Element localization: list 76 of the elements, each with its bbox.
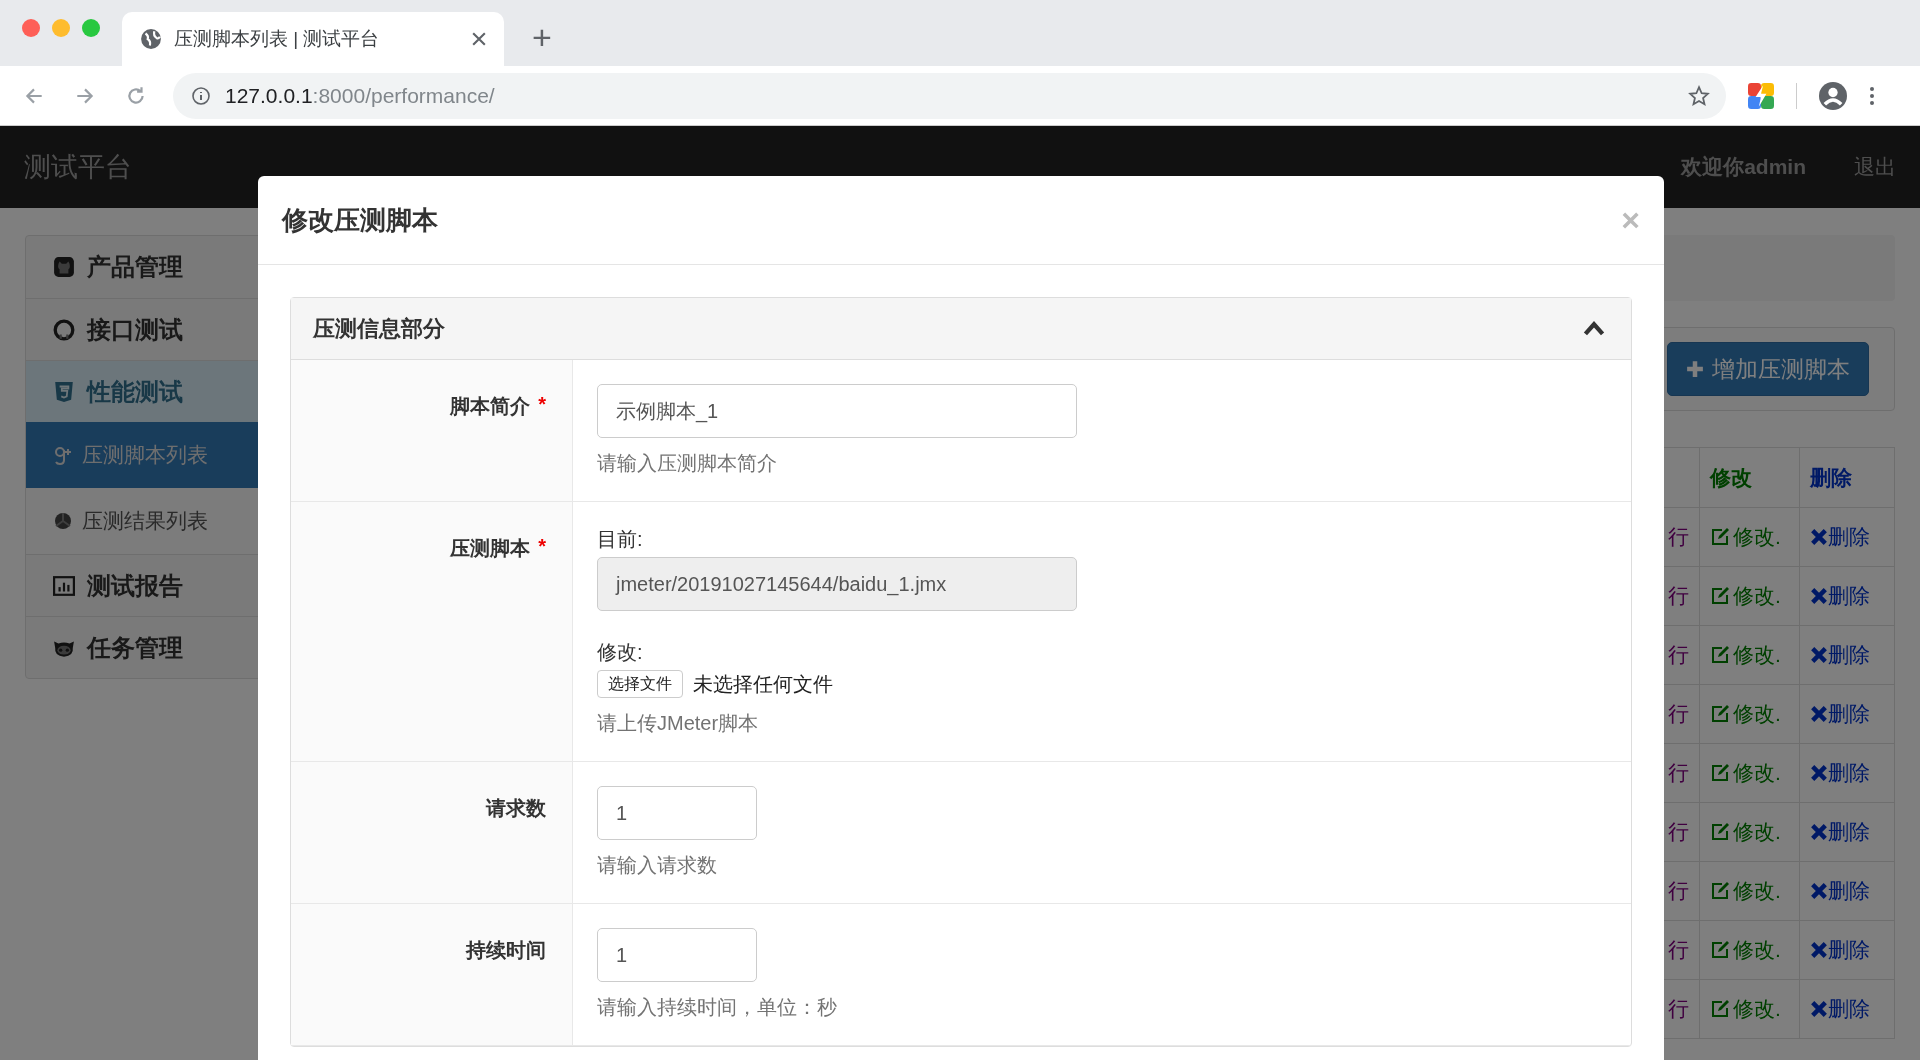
edit-icon [1710,585,1730,606]
cat-square-icon [53,256,75,278]
collapse-chevron-icon[interactable] [1583,321,1605,336]
x-icon [1810,1000,1828,1018]
no-file-text: 未选择任何文件 [693,671,833,697]
help-text: 请输入持续时间，单位：秒 [597,995,837,1020]
globe-icon [140,28,162,50]
run-link[interactable]: 行 [1668,997,1689,1020]
shield-icon [53,380,75,403]
ring-icon [53,318,75,341]
address-field[interactable]: 127.0.0.1:8000/performance/ [173,72,1726,119]
column-header: 删除 [1810,465,1852,489]
info-icon [191,85,211,106]
edit-icon [1710,998,1730,1019]
column-header: 修改 [1710,465,1752,489]
input-field[interactable]: 1 [597,928,757,982]
edit-icon [1710,526,1730,547]
plus-icon [1686,360,1704,378]
extension-icon[interactable] [1748,82,1774,109]
close-tab-icon[interactable] [472,32,486,46]
field-label: 压测脚本 [450,536,531,561]
run-link[interactable]: 行 [1668,643,1689,666]
logout-link[interactable]: 退出 [1854,153,1896,181]
menu-icon[interactable] [1869,85,1875,106]
edit-icon [1710,880,1730,901]
field-label: 脚本简介 [450,394,531,419]
panel-title: 压测信息部分 [313,314,446,343]
bar-chart-icon [53,574,75,597]
edit-icon [1710,703,1730,724]
x-icon [1810,823,1828,841]
x-icon [1810,587,1828,605]
pie-icon [53,511,73,531]
edit-icon [1710,762,1730,783]
run-link[interactable]: 行 [1668,820,1689,843]
field-label: 持续时间 [466,938,546,963]
run-link[interactable]: 行 [1668,761,1689,784]
url-text: 127.0.0.1:8000/performance/ [225,83,496,108]
current-label: 目前: [597,527,643,552]
run-link[interactable]: 行 [1668,584,1689,607]
run-link[interactable]: 行 [1668,702,1689,725]
close-window-button[interactable] [22,19,40,37]
reload-icon[interactable] [125,84,147,107]
help-text: 请输入请求数 [597,853,717,878]
x-icon [1810,528,1828,546]
input-field[interactable]: 1 [597,786,757,840]
brand-title[interactable]: 测试平台 [24,149,132,185]
modal-title: 修改压测脚本 [282,203,439,237]
field-label: 请求数 [486,796,546,821]
required-mark: * [538,535,546,558]
x-icon [1810,764,1828,782]
input-field[interactable]: 示例脚本_1 [597,384,1077,438]
run-link[interactable]: 行 [1668,938,1689,961]
current-file-field: jmeter/20191027145644/baidu_1.jmx [597,557,1077,611]
required-mark: * [538,393,546,416]
tab-title: 压测脚本列表 | 测试平台 [174,27,381,51]
new-tab-button[interactable]: + [532,20,552,54]
edit-icon [1710,821,1730,842]
help-text: 请输入压测脚本简介 [597,451,777,476]
welcome-link[interactable]: 欢迎你admin [1681,153,1806,181]
choose-file-button[interactable]: 选择文件 [597,670,683,698]
x-icon [1810,941,1828,959]
x-icon [1810,705,1828,723]
bookmark-star-icon[interactable] [1688,84,1710,107]
edit-icon [1710,939,1730,960]
gplus-icon [53,445,73,465]
run-link[interactable]: 行 [1668,879,1689,902]
x-icon [1810,882,1828,900]
sidebar-item[interactable]: 产品管理 [26,236,266,298]
profile-icon[interactable] [1819,81,1847,110]
browser-tab[interactable]: 压测脚本列表 | 测试平台 [122,12,504,66]
x-icon [1810,646,1828,664]
help-text: 请上传JMeter脚本 [597,711,759,736]
change-label: 修改: [597,640,643,665]
run-link[interactable]: 行 [1668,525,1689,548]
edit-icon [1710,644,1730,665]
add-script-button[interactable]: 增加压测脚本 [1667,342,1869,396]
